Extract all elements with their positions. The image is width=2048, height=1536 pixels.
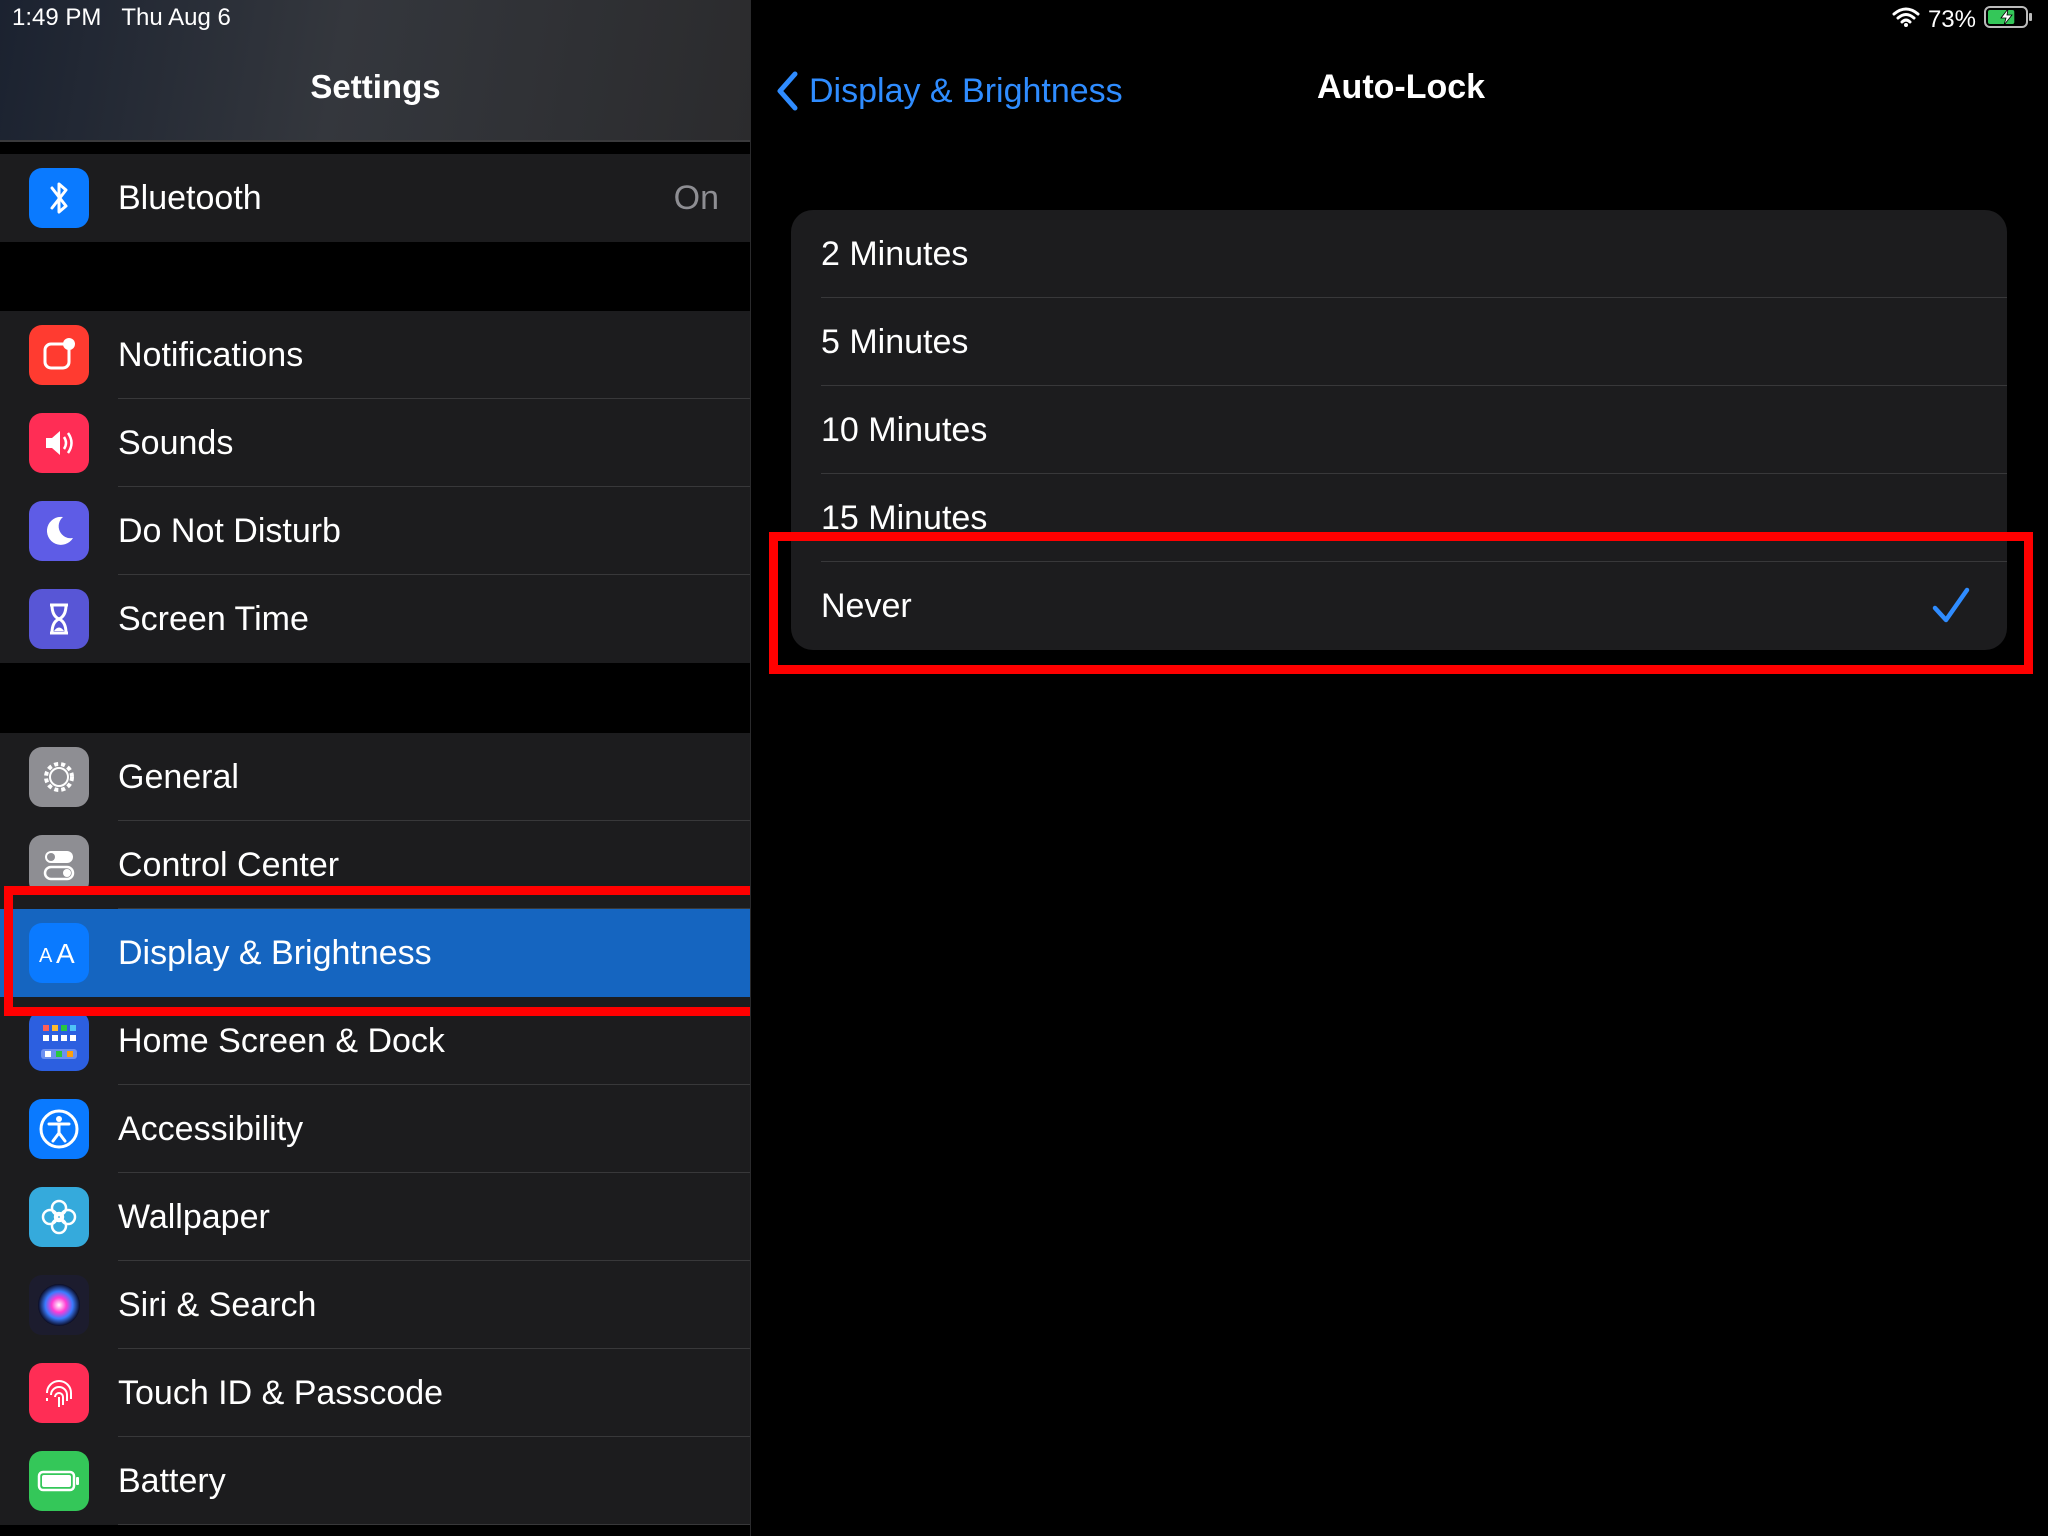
option-label: 10 Minutes <box>821 411 988 449</box>
flower-icon <box>29 1187 89 1247</box>
sidebar-item-touch-id-passcode[interactable]: Touch ID & Passcode <box>0 1349 751 1437</box>
sidebar-item-label: Siri & Search <box>118 1286 317 1324</box>
text-size-icon: AA <box>29 923 89 983</box>
bluetooth-status-value: On <box>673 179 719 217</box>
sidebar-item-general[interactable]: General <box>0 733 751 821</box>
svg-text:A: A <box>56 938 75 968</box>
toggles-icon <box>29 835 89 895</box>
sidebar-item-do-not-disturb[interactable]: Do Not Disturb <box>0 487 751 575</box>
option-2-minutes[interactable]: 2 Minutes <box>791 210 2007 298</box>
speaker-icon <box>29 413 89 473</box>
bluetooth-icon <box>29 168 89 228</box>
accessibility-icon <box>29 1099 89 1159</box>
sidebar-item-label: Notifications <box>118 336 304 374</box>
sidebar-item-home-screen-dock[interactable]: Home Screen & Dock <box>0 997 751 1085</box>
row-separator <box>118 1524 751 1525</box>
battery-status-icon <box>1984 5 2034 36</box>
back-button[interactable]: Display & Brightness <box>775 66 1123 116</box>
sidebar-item-label: Display & Brightness <box>118 934 432 972</box>
sidebar-item-screen-time[interactable]: Screen Time <box>0 575 751 663</box>
auto-lock-detail: 73% Display & Brightness Auto-Lock 2 Min… <box>751 0 2048 1536</box>
option-label: 2 Minutes <box>821 235 969 273</box>
home-grid-icon <box>29 1011 89 1071</box>
sidebar-item-sounds[interactable]: Sounds <box>0 399 751 487</box>
status-clock: 1:49 PM <box>12 4 102 31</box>
sidebar-group-connectivity: Bluetooth On <box>0 154 751 242</box>
fingerprint-icon <box>29 1363 89 1423</box>
sidebar-item-label: Wallpaper <box>118 1198 270 1236</box>
sidebar-item-label: Touch ID & Passcode <box>118 1374 444 1412</box>
wifi-icon <box>1892 6 1920 35</box>
sidebar-title: Settings <box>310 68 441 105</box>
hourglass-icon <box>29 589 89 649</box>
sidebar-item-display-brightness[interactable]: AA Display & Brightness <box>0 909 751 997</box>
sidebar-item-label: General <box>118 758 239 796</box>
gear-icon <box>29 747 89 807</box>
ipad-settings-screen: 1:49 PM Thu Aug 6 Settings Bluetooth On N… <box>0 0 2048 1536</box>
sidebar-item-label: Do Not Disturb <box>118 512 341 550</box>
option-10-minutes[interactable]: 10 Minutes <box>791 386 2007 474</box>
sidebar-item-accessibility[interactable]: Accessibility <box>0 1085 751 1173</box>
sidebar-item-bluetooth[interactable]: Bluetooth On <box>0 154 751 242</box>
siri-icon <box>29 1275 89 1335</box>
notifications-icon <box>29 325 89 385</box>
sidebar-item-label: Accessibility <box>118 1110 304 1148</box>
option-never[interactable]: Never <box>791 562 2007 650</box>
auto-lock-options: 2 Minutes 5 Minutes 10 Minutes 15 Minute… <box>791 210 2007 650</box>
sidebar-group-alerts: Notifications Sounds Do Not Disturb Scre… <box>0 311 751 663</box>
sidebar-item-notifications[interactable]: Notifications <box>0 311 751 399</box>
sidebar-item-control-center[interactable]: Control Center <box>0 821 751 909</box>
settings-sidebar: 1:49 PM Thu Aug 6 Settings Bluetooth On N… <box>0 0 751 1536</box>
status-time: 1:49 PM Thu Aug 6 <box>12 4 231 32</box>
status-indicators: 73% <box>1892 4 2034 36</box>
page-title: Auto-Lock <box>1317 68 1486 106</box>
sidebar-item-battery[interactable]: Battery <box>0 1437 751 1525</box>
option-label: 5 Minutes <box>821 323 969 361</box>
sidebar-item-label: Control Center <box>118 846 340 884</box>
sidebar-group-system: General Control Center AA Display & Brig… <box>0 733 751 1525</box>
sidebar-item-siri-search[interactable]: Siri & Search <box>0 1261 751 1349</box>
sidebar-item-label: Sounds <box>118 424 234 462</box>
svg-text:A: A <box>39 945 53 967</box>
sidebar-item-label: Home Screen & Dock <box>118 1022 445 1060</box>
sidebar-item-wallpaper[interactable]: Wallpaper <box>0 1173 751 1261</box>
sidebar-item-label: Screen Time <box>118 600 309 638</box>
sidebar-item-label: Bluetooth <box>118 179 262 217</box>
checkmark-icon <box>1931 584 1971 628</box>
sidebar-header: 1:49 PM Thu Aug 6 Settings <box>0 0 751 142</box>
option-15-minutes[interactable]: 15 Minutes <box>791 474 2007 562</box>
chevron-left-icon <box>775 70 799 112</box>
option-label: Never <box>821 587 912 625</box>
back-button-label: Display & Brightness <box>809 71 1123 110</box>
battery-percent: 73% <box>1927 6 1976 33</box>
status-date: Thu Aug 6 <box>121 4 231 31</box>
sidebar-item-label: Battery <box>118 1462 226 1500</box>
option-5-minutes[interactable]: 5 Minutes <box>791 298 2007 386</box>
battery-icon <box>29 1451 89 1511</box>
option-label: 15 Minutes <box>821 499 988 537</box>
moon-icon <box>29 501 89 561</box>
